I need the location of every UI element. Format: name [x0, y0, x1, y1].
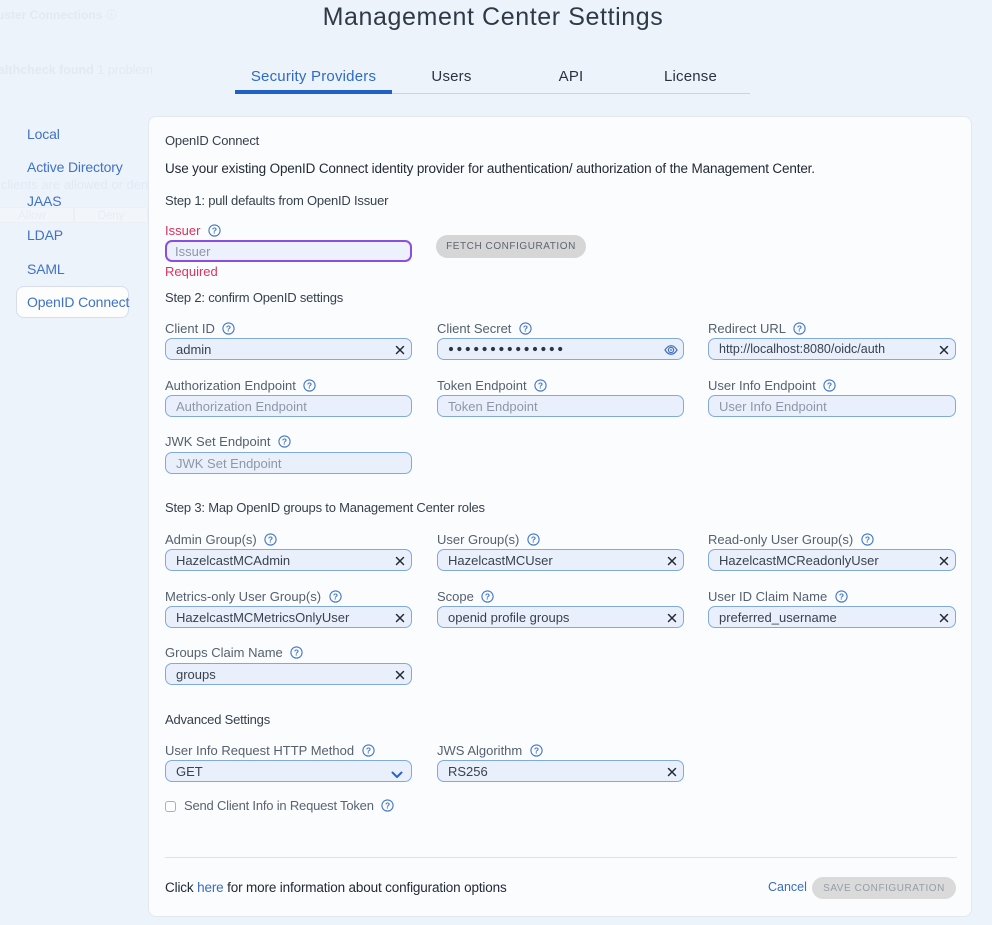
- svg-text:?: ?: [366, 745, 371, 755]
- svg-text:?: ?: [523, 323, 528, 333]
- svg-text:?: ?: [531, 534, 536, 544]
- svg-text:?: ?: [212, 225, 217, 235]
- svg-text:?: ?: [226, 323, 231, 333]
- svg-text:?: ?: [797, 323, 802, 333]
- svg-text:?: ?: [534, 745, 539, 755]
- svg-text:?: ?: [268, 534, 273, 544]
- svg-text:?: ?: [282, 436, 287, 446]
- svg-text:?: ?: [307, 380, 312, 390]
- svg-text:?: ?: [333, 591, 338, 601]
- svg-text:?: ?: [294, 647, 299, 657]
- svg-text:?: ?: [385, 800, 390, 810]
- svg-text:?: ?: [485, 591, 490, 601]
- svg-text:?: ?: [865, 534, 870, 544]
- svg-text:?: ?: [827, 380, 832, 390]
- svg-text:?: ?: [538, 380, 543, 390]
- svg-text:?: ?: [839, 591, 844, 601]
